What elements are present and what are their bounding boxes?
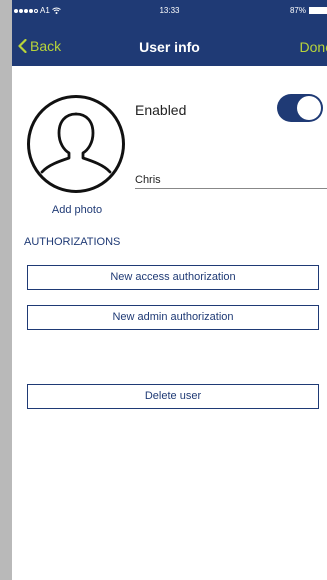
toggle-knob [297,96,321,120]
status-right: 87% [290,6,327,15]
phone-screen: A1 13:33 87% Back User info Done Add [12,0,327,580]
status-time: 13:33 [159,6,180,15]
delete-user-button[interactable]: Delete user [27,384,319,409]
add-photo-link[interactable]: Add photo [32,204,122,216]
battery-icon [309,7,327,14]
enabled-toggle[interactable] [277,94,323,122]
new-admin-authorization-button[interactable]: New admin authorization [27,305,319,330]
avatar[interactable] [27,95,125,193]
new-access-authorization-button[interactable]: New access authorization [27,265,319,290]
authorizations-heading: AUTHORIZATIONS [24,236,121,248]
battery-percent: 87% [289,6,306,15]
enabled-label: Enabled [135,102,187,118]
name-field[interactable]: Chris [135,174,327,189]
nav-bar: Back User info Done [12,22,327,66]
page-title: User info [139,39,200,55]
status-bar: A1 13:33 87% [12,0,327,22]
user-icon [40,112,112,174]
done-button[interactable]: Done [300,39,327,55]
